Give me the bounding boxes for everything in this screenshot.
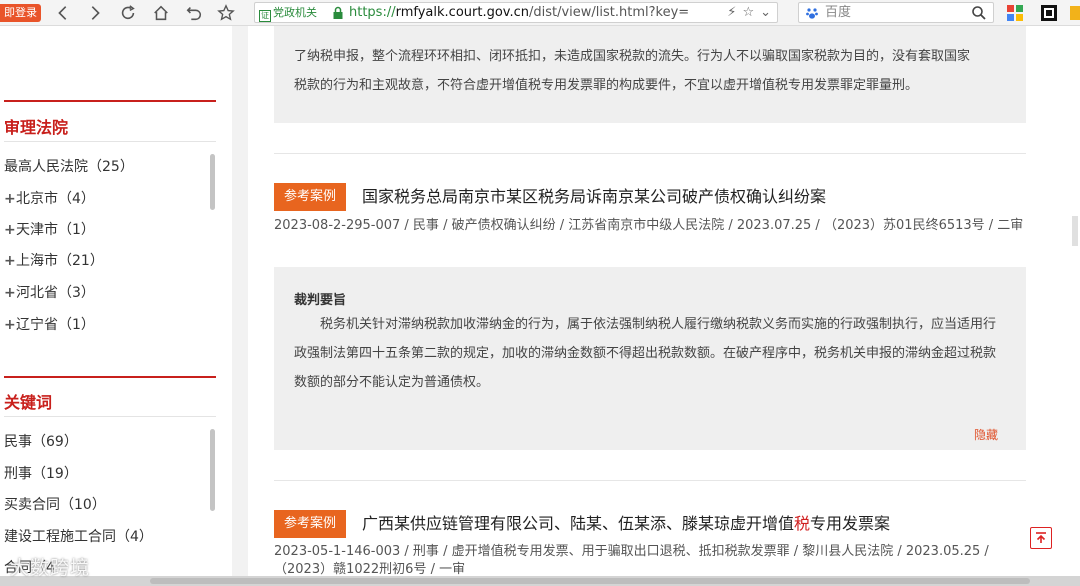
summary-text: 税款的行为和主观故意，不符合虚开增值税专用发票罪的构成要件，不宜以虚开增值税专用… [294,78,919,93]
court-filter-item[interactable]: 最高人民法院（25） [4,156,134,176]
section-underline [4,141,216,142]
arrow-left-icon [58,6,67,20]
court-filter-item[interactable]: +河北省（3） [4,282,95,302]
case-divider [274,480,1026,481]
qr-extension-icon[interactable] [1040,4,1058,22]
url-scheme: https:// [349,5,396,20]
gov-seal-icon: 证 [259,10,271,22]
back-to-top-button[interactable] [1030,527,1052,549]
page-scrollbar[interactable] [1068,26,1080,586]
search-input[interactable]: 百度 [825,4,851,22]
home-icon [154,5,168,21]
url-actions: ⚡ ☆ ⌄ [727,4,771,22]
url-path: /dist/view/list.html?key=q [529,5,689,20]
reference-case-tag: 参考案例 [274,183,347,211]
case-meta: 2023-05-1-146-003 / 刑事 / 虚开增值税专用发票、用于骗取出… [274,544,989,577]
summary-text: 税务机关针对滞纳税款加收滞纳金的行为，属于依法强制纳税人履行缴纳税款义务而实施的… [294,317,997,390]
court-filter-label: 河北省（3） [16,285,95,301]
gov-badge: 证党政机关 [259,5,317,22]
case-meta: 2023-08-2-295-007 / 民事 / 破产债权确认纠纷 / 江苏省南… [274,218,1024,233]
expand-plus-icon[interactable]: + [4,253,16,269]
keywords-section-title: 关键词 [4,393,53,412]
home-button[interactable] [150,2,172,24]
search-icon[interactable] [971,5,987,21]
star-icon [217,4,235,21]
gov-label: 党政机关 [273,6,317,19]
url-text[interactable]: https://rmfyalk.court.gov.cn/dist/view/l… [349,4,689,22]
courts-scrollbar[interactable] [210,154,215,210]
address-bar[interactable]: 证党政机关 https://rmfyalk.court.gov.cn/dist/… [254,2,778,23]
search-highlight: 税 [794,514,811,533]
chevron-down-icon[interactable]: ⌄ [760,4,771,22]
case-summary-box: 裁判要旨 税务机关针对滞纳税款加收滞纳金的行为，属于依法强制纳税人履行缴纳税款义… [274,267,1026,450]
summary-heading: 裁判要旨 [294,293,347,308]
case-divider [274,153,1026,154]
case-results-list: 了纳税申报，整个流程环环相扣、闭环抵扣，未造成国家税款的流失。行为人不以骗取国家… [248,26,1080,586]
court-filter-item[interactable]: +上海市（21） [4,250,104,270]
search-bar[interactable]: 百度 [798,2,994,23]
back-button[interactable] [52,2,74,24]
watermark: 大数跨境 [10,557,91,579]
expand-plus-icon[interactable]: + [4,191,16,207]
hide-summary-link[interactable]: 隐藏 [974,426,998,443]
courts-section-title: 审理法院 [4,118,69,137]
court-filter-label: 辽宁省（1） [16,317,95,333]
undo-icon [186,7,202,21]
arrow-up-icon [1036,532,1046,543]
favorite-button[interactable] [215,2,237,24]
court-filter-label: 北京市（4） [16,191,95,207]
court-filter-item[interactable]: +辽宁省（1） [4,314,95,334]
login-chip[interactable]: 即登录 [0,4,41,22]
case-title-text: 广西某供应链管理有限公司、陆某、伍某添、滕某琼虚开增值 [362,514,795,533]
page-scrollbar-thumb[interactable] [1072,216,1078,246]
reference-case-tag: 参考案例 [274,510,347,538]
url-host: rmfyalk.court.gov.cn [395,5,529,20]
expand-plus-icon[interactable]: + [4,317,16,333]
keywords-scrollbar[interactable] [210,429,215,511]
expand-plus-icon[interactable]: + [4,222,16,238]
keyword-filter-item[interactable]: 建设工程施工合同（4） [4,526,153,546]
keyword-filter-item[interactable]: 民事（69） [4,431,78,451]
summary-text: 了纳税申报，整个流程环环相扣、闭环抵扣，未造成国家税款的流失。行为人不以骗取国家… [294,49,971,64]
baidu-paw-icon [806,8,818,19]
apps-grid-icon[interactable] [1006,4,1024,22]
arrow-right-icon [91,6,100,20]
browser-toolbar: 即登录 证党政机关 https://rmfyalk.court.gov.cn/d… [0,0,1080,26]
undo-close-button[interactable] [183,2,205,24]
court-filter-label: 天津市（1） [16,222,95,238]
court-filter-label: 上海市（21） [16,253,104,269]
keyword-filter-item[interactable]: 刑事（19） [4,463,78,483]
sidebar-gutter [232,26,248,586]
lightning-icon[interactable]: ⚡ [727,4,736,22]
reload-button[interactable] [117,2,139,24]
extension-icon[interactable] [1070,4,1080,22]
case-title-link[interactable]: 广西某供应链管理有限公司、陆某、伍某添、滕某琼虚开增值税专用发票案 [362,510,890,538]
case-title-text: 专用发票案 [810,514,891,533]
court-filter-label: 最高人民法院（25） [4,159,134,175]
section-divider [4,100,216,102]
case-summary-box: 了纳税申报，整个流程环环相扣、闭环抵扣，未造成国家税款的流失。行为人不以骗取国家… [274,26,1026,123]
horizontal-scrollbar-thumb[interactable] [150,578,1030,584]
horizontal-scrollbar[interactable] [0,576,1080,586]
refresh-icon [121,5,135,20]
forward-button[interactable] [84,2,106,24]
court-filter-item[interactable]: +北京市（4） [4,188,95,208]
case-title-link[interactable]: 国家税务总局南京市某区税务局诉南京某公司破产债权确认纠纷案 [362,183,826,211]
section-underline [4,416,216,417]
court-filter-item[interactable]: +天津市（1） [4,219,95,239]
lock-icon [333,6,343,19]
bookmark-star-icon[interactable]: ☆ [742,4,754,22]
keyword-filter-item[interactable]: 买卖合同（10） [4,494,106,514]
filter-sidebar: 审理法院 最高人民法院（25） +北京市（4） +天津市（1） +上海市（21）… [0,26,232,586]
section-divider [4,376,216,378]
expand-plus-icon[interactable]: + [4,285,16,301]
